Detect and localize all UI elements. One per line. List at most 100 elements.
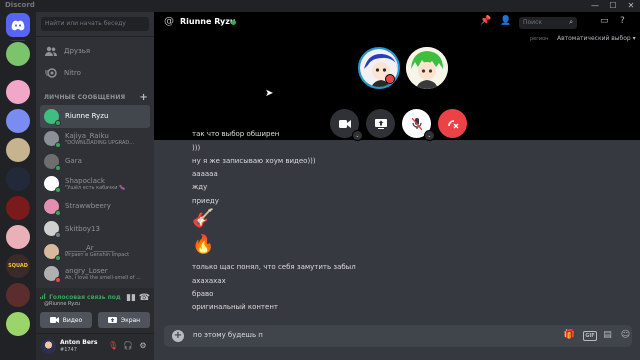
share-screen-button[interactable] [366, 109, 395, 138]
server-icon-server-9[interactable] [6, 283, 30, 307]
nitro-icon [44, 66, 58, 80]
at-icon: @ [164, 16, 174, 27]
mic-muted-icon [411, 117, 422, 130]
dm-avatar [44, 221, 61, 239]
dm-avatar [44, 243, 61, 261]
add-friend-icon[interactable]: 👤 [500, 16, 511, 26]
server-icon-home[interactable] [6, 13, 30, 37]
server-icon-server-8[interactable]: SQUAD [6, 254, 30, 278]
user-avatar[interactable] [41, 339, 56, 354]
emoji-message: 🎸 [192, 208, 215, 229]
status-dot [55, 142, 61, 149]
region-label: регион [530, 36, 549, 42]
pin-icon[interactable]: 📌 [480, 16, 491, 26]
dm-item[interactable]: Shapoclack "Ушёл есть кабачки 🍆 [40, 173, 150, 196]
user-tag: #1747 [60, 347, 77, 353]
status-dot [55, 254, 61, 261]
server-icon-server-7[interactable] [6, 225, 30, 249]
dm-avatar [44, 198, 61, 216]
dm-avatar [44, 176, 61, 194]
dm-list: Riunne Ryzu Kajiya_Raiku "DOWNLOADING UPGR… [40, 105, 150, 285]
message-composer[interactable]: + по этому будешь п 🎁 GIF ▤ ☺ [164, 325, 632, 347]
leave-call-button[interactable] [438, 109, 467, 138]
server-icon-server-5[interactable] [6, 167, 30, 191]
gift-icon[interactable]: 🎁 [563, 330, 576, 340]
dm-subtitle: Ah, i love the smell-smell of ... [65, 274, 141, 281]
voice-location: @Riunne Ryzu [44, 301, 80, 307]
region-select[interactable]: Автоматический выбор ▾ [557, 35, 636, 42]
video-button[interactable]: Видео [40, 312, 92, 328]
dm-section-title: ЛИЧНЫЕ СООБЩЕНИЯ [44, 94, 126, 101]
participant-avatar-anton[interactable] [406, 47, 448, 89]
server-icon-server-10[interactable] [6, 312, 30, 336]
dm-name: Shapoclack [65, 176, 105, 185]
voice-status: Голосовая связь под [40, 293, 121, 301]
message-text: жду [192, 183, 208, 191]
dm-search-input[interactable]: Найти или начать беседу [41, 17, 149, 31]
minimize-button[interactable]: — [586, 0, 604, 12]
server-label: SQUAD [8, 263, 28, 269]
disconnect-icon[interactable]: ☎ [139, 293, 150, 303]
voice-status-text: Голосовая связь под [49, 294, 121, 301]
nav-nitro[interactable]: Nitro [40, 64, 150, 82]
attach-plus-icon[interactable]: + [172, 330, 184, 342]
message-text: ну я же записываю хоум видео))) [192, 157, 316, 165]
dm-item[interactable]: Kajiya_Raiku "DOWNLOADING UPGRAD... [40, 128, 150, 151]
server-icon-server-2[interactable] [6, 80, 30, 104]
status-dot [55, 187, 61, 194]
emoji-message: 🔥 [192, 234, 215, 255]
message-text: браво [192, 290, 214, 298]
user-panel: Anton Bers #1747 🎙 🎧 ⚙ [36, 334, 154, 360]
help-icon[interactable]: ? [620, 16, 625, 26]
dm-item[interactable]: Strawwbeery [40, 195, 150, 218]
dm-name: Riunne Ryzu [65, 112, 109, 121]
dm-text: Kajiya_Raiku "DOWNLOADING UPGRAD... [65, 132, 134, 146]
settings-gear-icon[interactable]: ⚙ [138, 341, 148, 350]
video-button-label: Видео [62, 316, 83, 324]
mic-options-chevron-icon[interactable]: ⌄ [424, 130, 435, 141]
dm-text: Skitboy13 [65, 225, 100, 233]
call-panel: регион Автоматический выбор ▾ ⌄ ⌄ [154, 34, 640, 141]
close-window-button[interactable]: ✕ [622, 0, 640, 12]
server-icon-server-6[interactable] [6, 196, 30, 220]
mute-mic-icon[interactable]: 🎙 [108, 341, 118, 350]
dm-item[interactable]: Skitboy13 [40, 218, 150, 241]
screen-share-button[interactable]: Экран [98, 312, 150, 328]
dm-text: Riunne Ryzu [65, 112, 108, 120]
status-dot [55, 164, 61, 171]
status-dot [55, 209, 61, 216]
headphones-icon[interactable]: 🎧 [123, 341, 133, 350]
dm-item[interactable]: Riunne Ryzu [40, 105, 150, 128]
camera-options-chevron-icon[interactable]: ⌄ [352, 130, 363, 141]
channel-header: @ Riunne Ryzu 📌 👤 Поиск ⌕ ▭ ? [154, 12, 640, 34]
sticker-icon[interactable]: ▤ [601, 330, 614, 340]
dm-item[interactable]: ______Ar______ Играет в Genshin Impact [40, 240, 150, 263]
server-icon-server-3[interactable] [6, 109, 30, 133]
search-input[interactable]: Поиск ⌕ [519, 17, 577, 29]
hangup-icon [447, 119, 458, 128]
emoji-icon[interactable]: ☺ [619, 330, 632, 340]
dm-text: Gara [65, 157, 82, 165]
message-text: аааааа [192, 170, 218, 178]
server-icon-server-4[interactable] [6, 138, 30, 162]
server-icon-server-1[interactable] [6, 42, 30, 66]
anton-avatar-image [406, 47, 448, 89]
gif-icon[interactable]: GIF [583, 331, 597, 341]
maximize-button[interactable]: ☐ [604, 0, 622, 12]
create-dm-plus-icon[interactable]: + [139, 92, 148, 103]
voice-panel: Голосовая связь под @Riunne Ryzu ▮▮ ☎ Ви… [36, 288, 154, 334]
nav-friends[interactable]: Друзья [40, 42, 150, 60]
camera-icon [49, 317, 59, 323]
dm-section-header: ЛИЧНЫЕ СООБЩЕНИЯ + [44, 92, 148, 103]
dm-name: Strawwbeery [65, 202, 111, 211]
search-icon: ⌕ [569, 18, 573, 26]
noise-suppression-icon[interactable]: ▮▮ [126, 293, 136, 303]
message-input[interactable]: по этому будешь п [193, 331, 263, 339]
dm-text: ______Ar______ Играет в Genshin Impact [65, 244, 129, 258]
inbox-icon[interactable]: ▭ [600, 16, 609, 26]
toggle-mic-button[interactable]: ⌄ [402, 109, 435, 141]
dm-item[interactable]: angry_Loser Ah, i love the smell-smell of… [40, 263, 150, 286]
dm-item[interactable]: Gara [40, 150, 150, 173]
participant-avatar-riunne[interactable] [358, 47, 400, 89]
toggle-camera-button[interactable]: ⌄ [330, 109, 363, 141]
